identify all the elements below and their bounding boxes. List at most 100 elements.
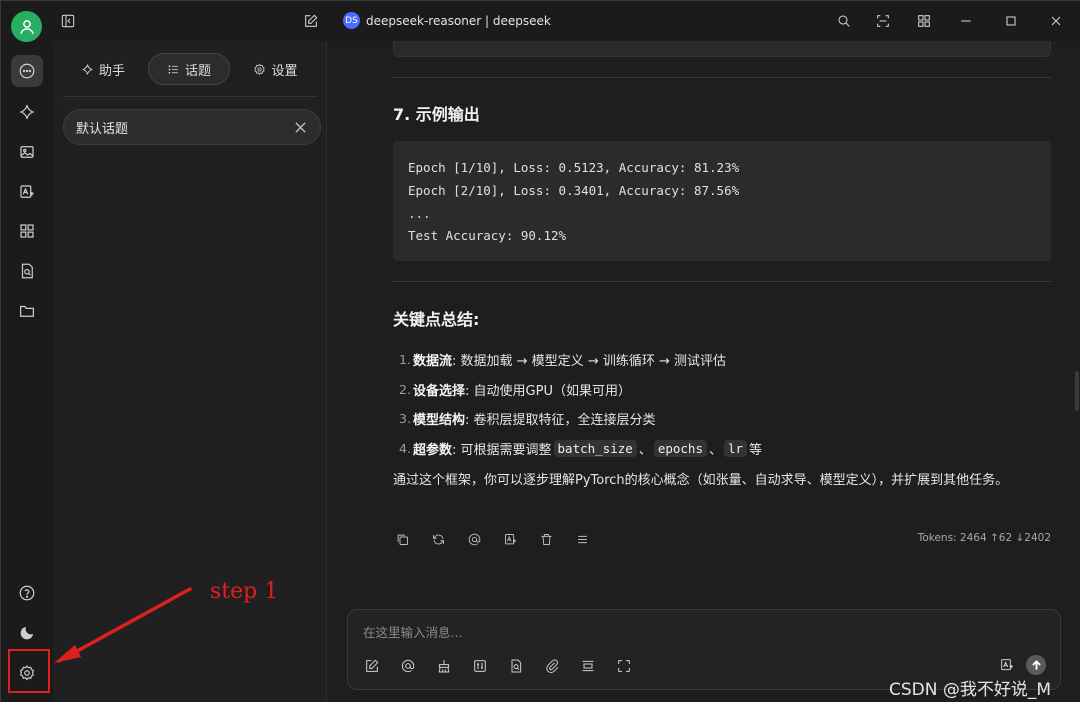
left-rail bbox=[1, 1, 53, 702]
settings-tune-button[interactable] bbox=[471, 657, 489, 675]
document-search-icon bbox=[511, 659, 522, 673]
token-count: Tokens: 2464 ↑62 ↓2402 bbox=[917, 532, 1051, 544]
close-icon bbox=[294, 121, 306, 133]
summary-list: 1. 数据流 : 数据加载 → 模型定义 → 训练循环 → 测试评估 2. 设备… bbox=[399, 345, 1039, 463]
rail-paintings-button[interactable] bbox=[11, 136, 43, 168]
step-highlight-box bbox=[8, 649, 50, 693]
translate-button[interactable] bbox=[501, 530, 520, 549]
at-icon bbox=[401, 659, 415, 673]
rail-help-button[interactable] bbox=[11, 577, 43, 609]
panel-tabs: 助手 话题 设置 bbox=[63, 53, 319, 89]
list-item-bold: 超参数 bbox=[413, 442, 453, 458]
new-chat-button[interactable] bbox=[301, 11, 321, 31]
collapse-button[interactable] bbox=[579, 657, 597, 675]
send-button[interactable] bbox=[1026, 655, 1046, 675]
rail-files-button[interactable] bbox=[11, 295, 43, 327]
rail-theme-button[interactable] bbox=[11, 617, 43, 649]
code-line: Epoch [2/10], Loss: 0.3401, Accuracy: 87… bbox=[408, 182, 740, 198]
list-item: 4. 超参数 : 可根据需要调整 batch_size 、 epochs 、 l… bbox=[399, 434, 1039, 464]
heading-summary: 关键点总结: bbox=[393, 310, 480, 329]
delete-message-button[interactable] bbox=[537, 530, 556, 549]
rail-knowledge-button[interactable] bbox=[11, 255, 43, 287]
code-line: ... bbox=[408, 205, 431, 221]
separator: 、 bbox=[638, 442, 652, 458]
model-label: deepseek-reasoner | deepseek bbox=[366, 13, 551, 28]
image-icon bbox=[20, 146, 34, 158]
divider bbox=[393, 281, 1051, 282]
list-number: 4. bbox=[399, 440, 411, 456]
close-window-button[interactable] bbox=[1046, 11, 1066, 31]
sparkle-icon bbox=[19, 105, 35, 119]
folder-icon bbox=[20, 305, 34, 317]
attach-button[interactable] bbox=[543, 657, 561, 675]
mention-button[interactable] bbox=[465, 530, 484, 549]
delete-topic-button[interactable] bbox=[292, 119, 308, 135]
rail-agents-button[interactable] bbox=[11, 96, 43, 128]
edit-icon bbox=[366, 659, 379, 672]
summary-paragraph: 通过这个框架，你可以逐步理解PyTorch的核心概念（如张量、自动求导、模型定义… bbox=[393, 473, 1009, 488]
translate-icon bbox=[1001, 659, 1013, 671]
gear-icon bbox=[254, 63, 266, 75]
topic-item[interactable]: 默认话题 bbox=[63, 109, 321, 145]
expand-icon bbox=[877, 15, 889, 27]
mention-model-button[interactable] bbox=[399, 657, 417, 675]
more-menu-button[interactable] bbox=[573, 530, 592, 549]
clear-context-button[interactable] bbox=[435, 657, 453, 675]
input-toolbar bbox=[363, 657, 633, 675]
minimize-button[interactable] bbox=[956, 11, 976, 31]
tab-assistant[interactable]: 助手 bbox=[73, 53, 133, 85]
sliders-icon bbox=[474, 660, 486, 672]
copy-icon bbox=[397, 534, 408, 545]
model-selector[interactable]: DS deepseek-reasoner | deepseek bbox=[343, 12, 551, 29]
list-item-text: : 卷积层提取特征，全连接层分类 bbox=[465, 413, 656, 429]
user-avatar[interactable] bbox=[11, 11, 42, 42]
expand-button[interactable] bbox=[873, 11, 893, 31]
regenerate-button[interactable] bbox=[429, 530, 448, 549]
step-label: step 1 bbox=[210, 579, 279, 604]
code-block: Epoch [1/10], Loss: 0.5123, Accuracy: 81… bbox=[393, 141, 1051, 261]
tab-topics[interactable]: 话题 bbox=[148, 53, 230, 85]
deepseek-logo-icon: DS bbox=[343, 12, 360, 29]
help-icon bbox=[19, 585, 35, 601]
sparkle-icon bbox=[82, 64, 93, 74]
maximize-icon bbox=[1006, 16, 1016, 26]
toggle-sidebar-button[interactable] bbox=[58, 11, 78, 31]
watermark: CSDN @我不好说_M bbox=[889, 680, 1052, 700]
grid-icon bbox=[918, 15, 930, 27]
tab-settings-label: 设置 bbox=[271, 63, 298, 79]
knowledge-base-button[interactable] bbox=[507, 657, 525, 675]
chat-icon bbox=[19, 63, 35, 79]
scrollbar[interactable] bbox=[1075, 371, 1079, 411]
menu-icon bbox=[578, 535, 587, 544]
divider bbox=[393, 77, 1051, 78]
broom-icon bbox=[438, 660, 450, 673]
chat-main: 7. 示例输出 Epoch [1/10], Loss: 0.5123, Accu… bbox=[327, 41, 1080, 702]
app-window: DS deepseek-reasoner | deepseek 助手 话题 设置… bbox=[0, 0, 1080, 702]
copy-button[interactable] bbox=[393, 530, 412, 549]
code-line: Test Accuracy: 90.12% bbox=[408, 228, 567, 244]
title-bar: DS deepseek-reasoner | deepseek bbox=[53, 1, 1080, 41]
message-input-placeholder: 在这里输入消息... bbox=[363, 625, 463, 640]
inline-code: epochs bbox=[653, 439, 707, 457]
layout-button[interactable] bbox=[914, 11, 934, 31]
close-icon bbox=[1051, 16, 1061, 26]
fullscreen-icon bbox=[618, 660, 630, 672]
rail-apps-button[interactable] bbox=[11, 215, 43, 247]
maximize-button[interactable] bbox=[1001, 11, 1021, 31]
new-topic-button[interactable] bbox=[363, 657, 381, 675]
user-icon bbox=[19, 19, 34, 34]
rail-chat-button[interactable] bbox=[11, 55, 43, 87]
input-translate-button[interactable] bbox=[998, 656, 1016, 674]
translate-icon bbox=[505, 534, 517, 545]
trash-icon bbox=[541, 534, 552, 545]
arrow-up-icon bbox=[1031, 659, 1041, 670]
rail-translate-button[interactable] bbox=[11, 176, 43, 208]
separator: 、 bbox=[708, 442, 722, 458]
list-number: 3. bbox=[399, 411, 411, 427]
fullscreen-button[interactable] bbox=[615, 657, 633, 675]
translate-icon bbox=[20, 185, 34, 198]
search-button[interactable] bbox=[834, 11, 854, 31]
paperclip-icon bbox=[546, 659, 559, 674]
previous-code-block bbox=[393, 41, 1051, 57]
tab-settings[interactable]: 设置 bbox=[243, 53, 308, 85]
